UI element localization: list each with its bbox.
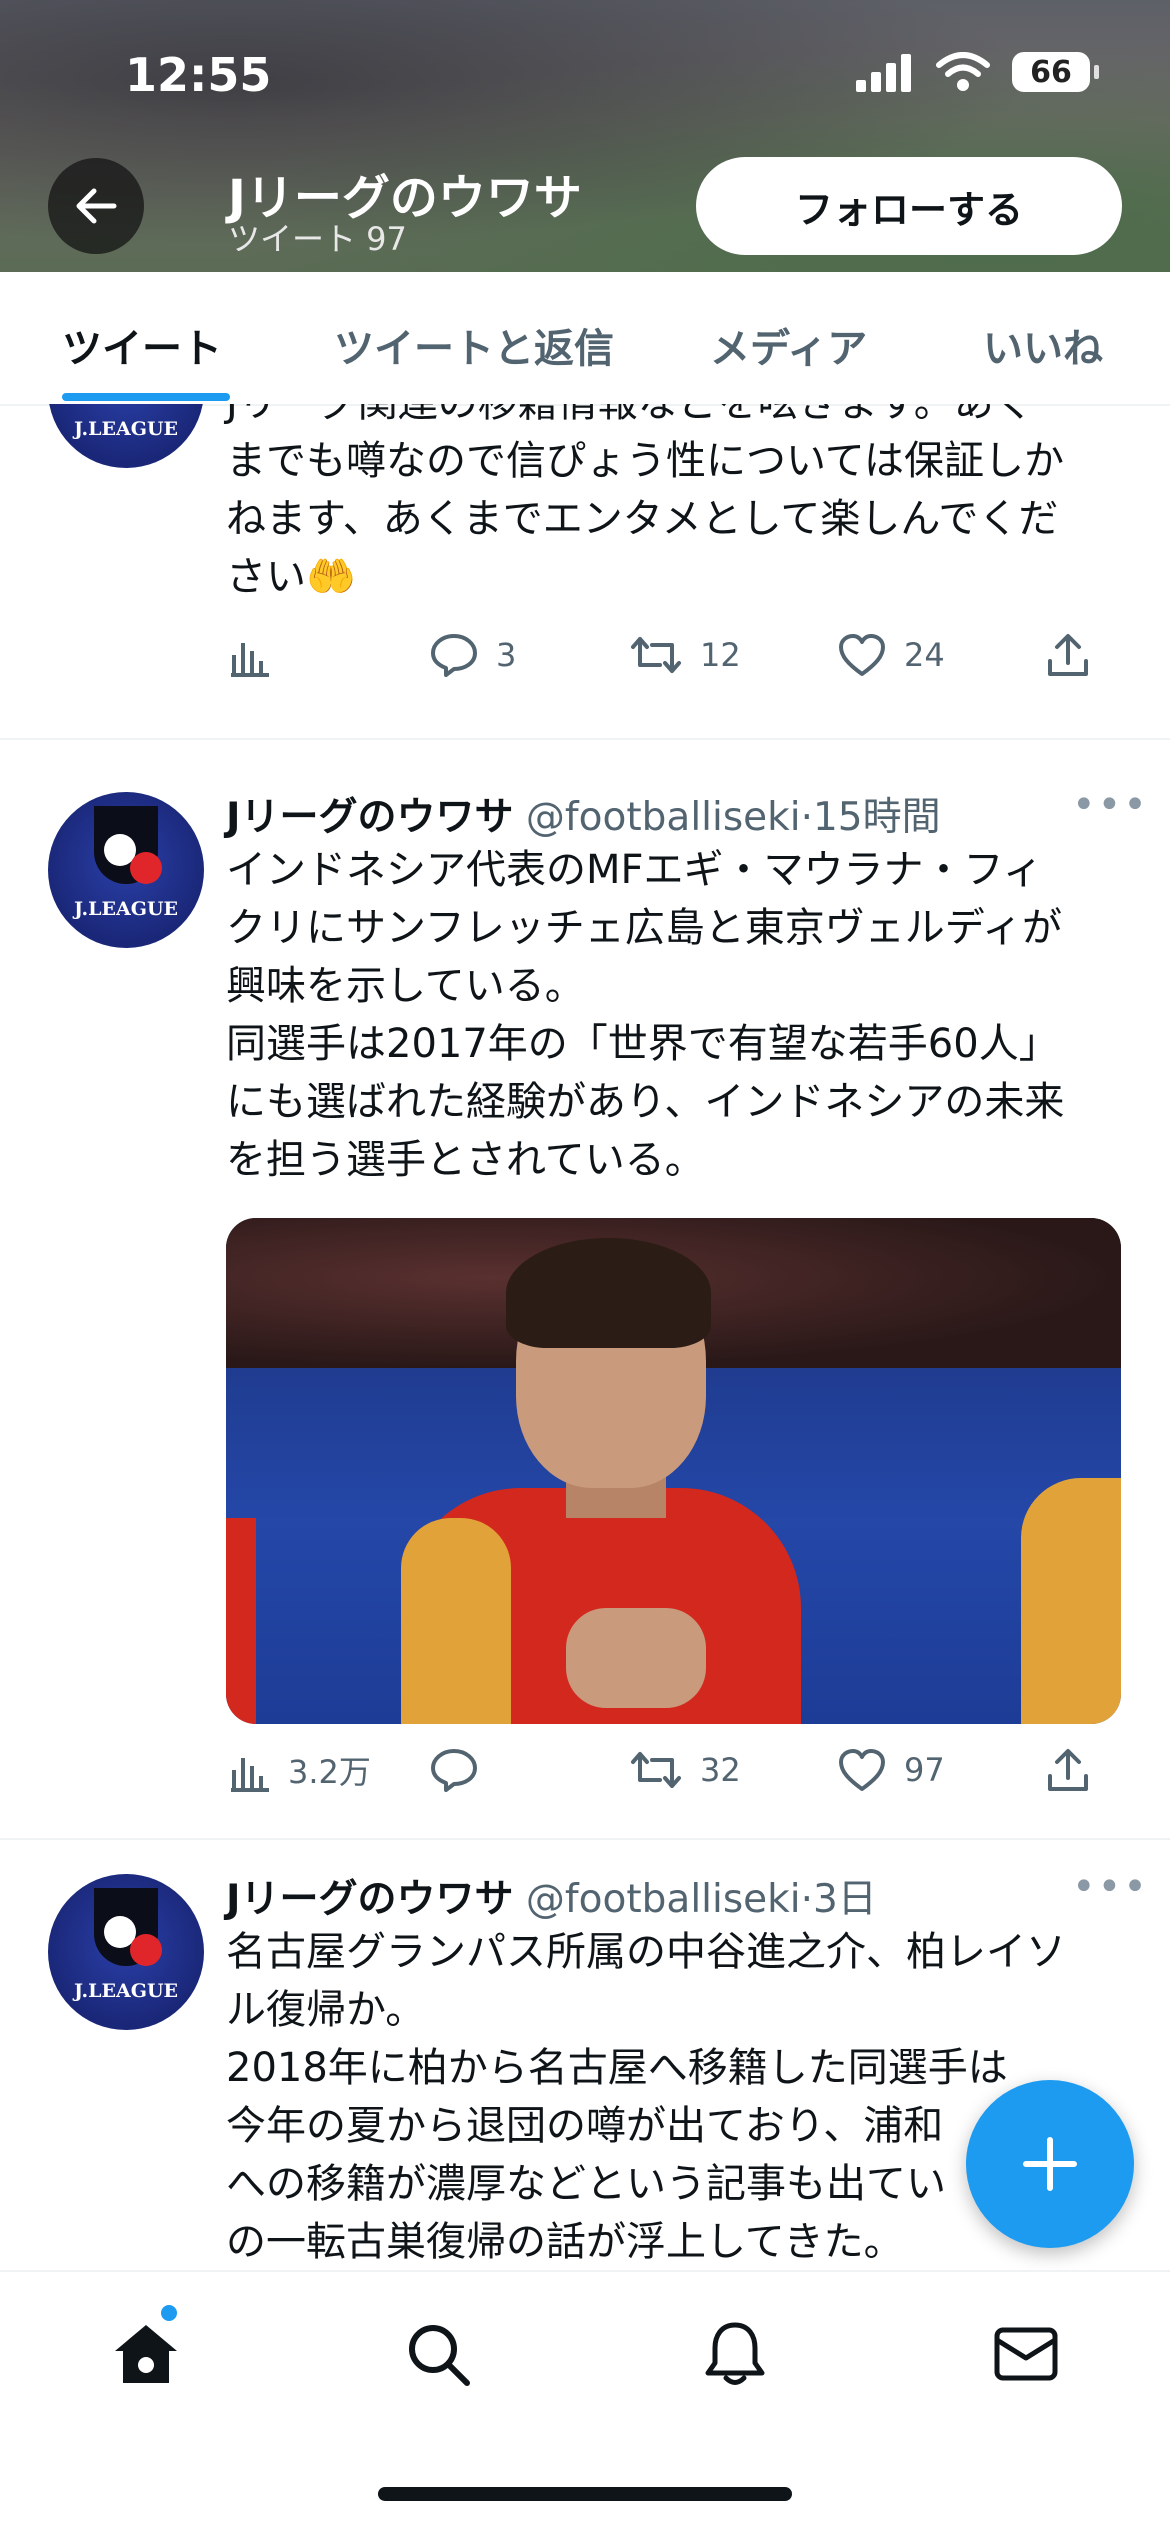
tab-likes[interactable]: いいね <box>983 316 1103 374</box>
compose-tweet-button[interactable] <box>966 2080 1134 2248</box>
avatar-logo-text: J.LEAGUE <box>74 898 178 920</box>
retweet-icon <box>631 1752 681 1788</box>
views-button[interactable] <box>230 625 288 685</box>
tweet-actions: 3.2万 32 97 <box>230 1740 1110 1800</box>
heart-icon <box>839 1749 885 1791</box>
tab-media[interactable]: メディア <box>710 316 867 374</box>
tweet-author-handle[interactable]: @footballiseki <box>526 1877 801 1922</box>
more-options-icon[interactable]: ••• <box>1072 1864 1149 1910</box>
tweet-feed[interactable]: J.LEAGUE Jリーグ関連の移籍情報などを呟きます。あく までも噂なので信ぴ… <box>0 404 1170 2270</box>
tweet-text: Jリーグ関連の移籍情報などを呟きます。あく までも噂なので信ぴょう性については保… <box>226 404 1064 600</box>
heart-icon <box>839 634 885 676</box>
share-icon <box>1048 634 1088 676</box>
home-indicator <box>378 2487 792 2501</box>
tweet-timestamp[interactable]: 15時間 <box>813 795 941 840</box>
envelope-icon <box>994 2327 1058 2381</box>
avatar-logo-text: J.LEAGUE <box>74 1980 178 2002</box>
avatar[interactable]: J.LEAGUE <box>48 792 204 948</box>
tweet-divider <box>0 738 1170 740</box>
tweet-author-name[interactable]: Jリーグのウワサ <box>226 795 514 840</box>
tweet-media-photo[interactable] <box>226 1218 1121 1724</box>
home-notification-dot <box>161 2305 177 2321</box>
status-time: 12:55 <box>125 48 272 102</box>
nav-home[interactable] <box>106 2314 186 2394</box>
tweet-actions: 3 12 24 <box>230 625 1110 685</box>
retweet-icon <box>631 637 681 673</box>
follow-button[interactable]: フォローする <box>696 157 1122 255</box>
like-button[interactable]: 24 <box>838 625 945 685</box>
reply-button[interactable] <box>430 1740 496 1800</box>
share-icon <box>1048 1749 1088 1791</box>
nav-search[interactable] <box>398 2314 478 2394</box>
bar-chart-icon <box>231 643 269 677</box>
tweet-timestamp[interactable]: 3日 <box>813 1877 877 1922</box>
reply-button[interactable]: 3 <box>430 625 516 685</box>
home-icon <box>115 2325 177 2383</box>
profile-header: 12:55 66 Jリーグのウワサ ツイート 97 フォローする <box>0 0 1170 272</box>
tweet-header: Jリーグのウワサ @footballiseki·3日 <box>226 1877 877 1922</box>
share-button[interactable] <box>1046 625 1090 685</box>
tab-tweets-and-replies[interactable]: ツイートと返信 <box>334 316 614 374</box>
tweet-count: ツイート 97 <box>228 220 407 258</box>
battery-indicator: 66 <box>1012 52 1099 92</box>
arrow-left-icon <box>76 188 117 224</box>
like-button[interactable]: 97 <box>838 1740 945 1800</box>
tweet-divider <box>0 1838 1170 1840</box>
back-button[interactable] <box>48 158 144 254</box>
nav-messages[interactable] <box>986 2314 1066 2394</box>
bar-chart-icon <box>231 1758 269 1792</box>
retweet-button[interactable]: 32 <box>630 1740 741 1800</box>
speech-bubble-icon <box>431 634 477 677</box>
avatar[interactable]: J.LEAGUE <box>48 404 204 468</box>
tab-tweets[interactable]: ツイート <box>62 316 222 374</box>
speech-bubble-icon <box>431 1749 477 1792</box>
retweet-button[interactable]: 12 <box>630 625 741 685</box>
cellular-signal-icon <box>856 54 911 92</box>
avatar[interactable]: J.LEAGUE <box>48 1874 204 2030</box>
status-icons: 66 <box>854 52 1099 92</box>
tweet-author-name[interactable]: Jリーグのウワサ <box>226 1877 514 1922</box>
active-tab-indicator <box>62 393 230 401</box>
more-options-icon[interactable]: ••• <box>1072 782 1149 828</box>
tweet-text: インドネシア代表のMFエギ・マウラナ・フィ クリにサンフレッチェ広島と東京ヴェル… <box>226 847 1065 1183</box>
views-button[interactable]: 3.2万 <box>230 1740 371 1800</box>
search-icon <box>409 2325 470 2386</box>
tweet-header: Jリーグのウワサ @footballiseki·15時間 <box>226 795 941 840</box>
plus-icon <box>1023 2137 1077 2191</box>
wifi-icon <box>936 52 990 91</box>
avatar-logo-text: J.LEAGUE <box>74 418 178 440</box>
bell-icon <box>705 2322 765 2385</box>
share-button[interactable] <box>1046 1740 1090 1800</box>
nav-notifications[interactable] <box>695 2314 775 2394</box>
profile-tabs: ツイート ツイートと返信 メディア いいね <box>0 272 1170 406</box>
tweet-author-handle[interactable]: @footballiseki <box>526 795 801 840</box>
